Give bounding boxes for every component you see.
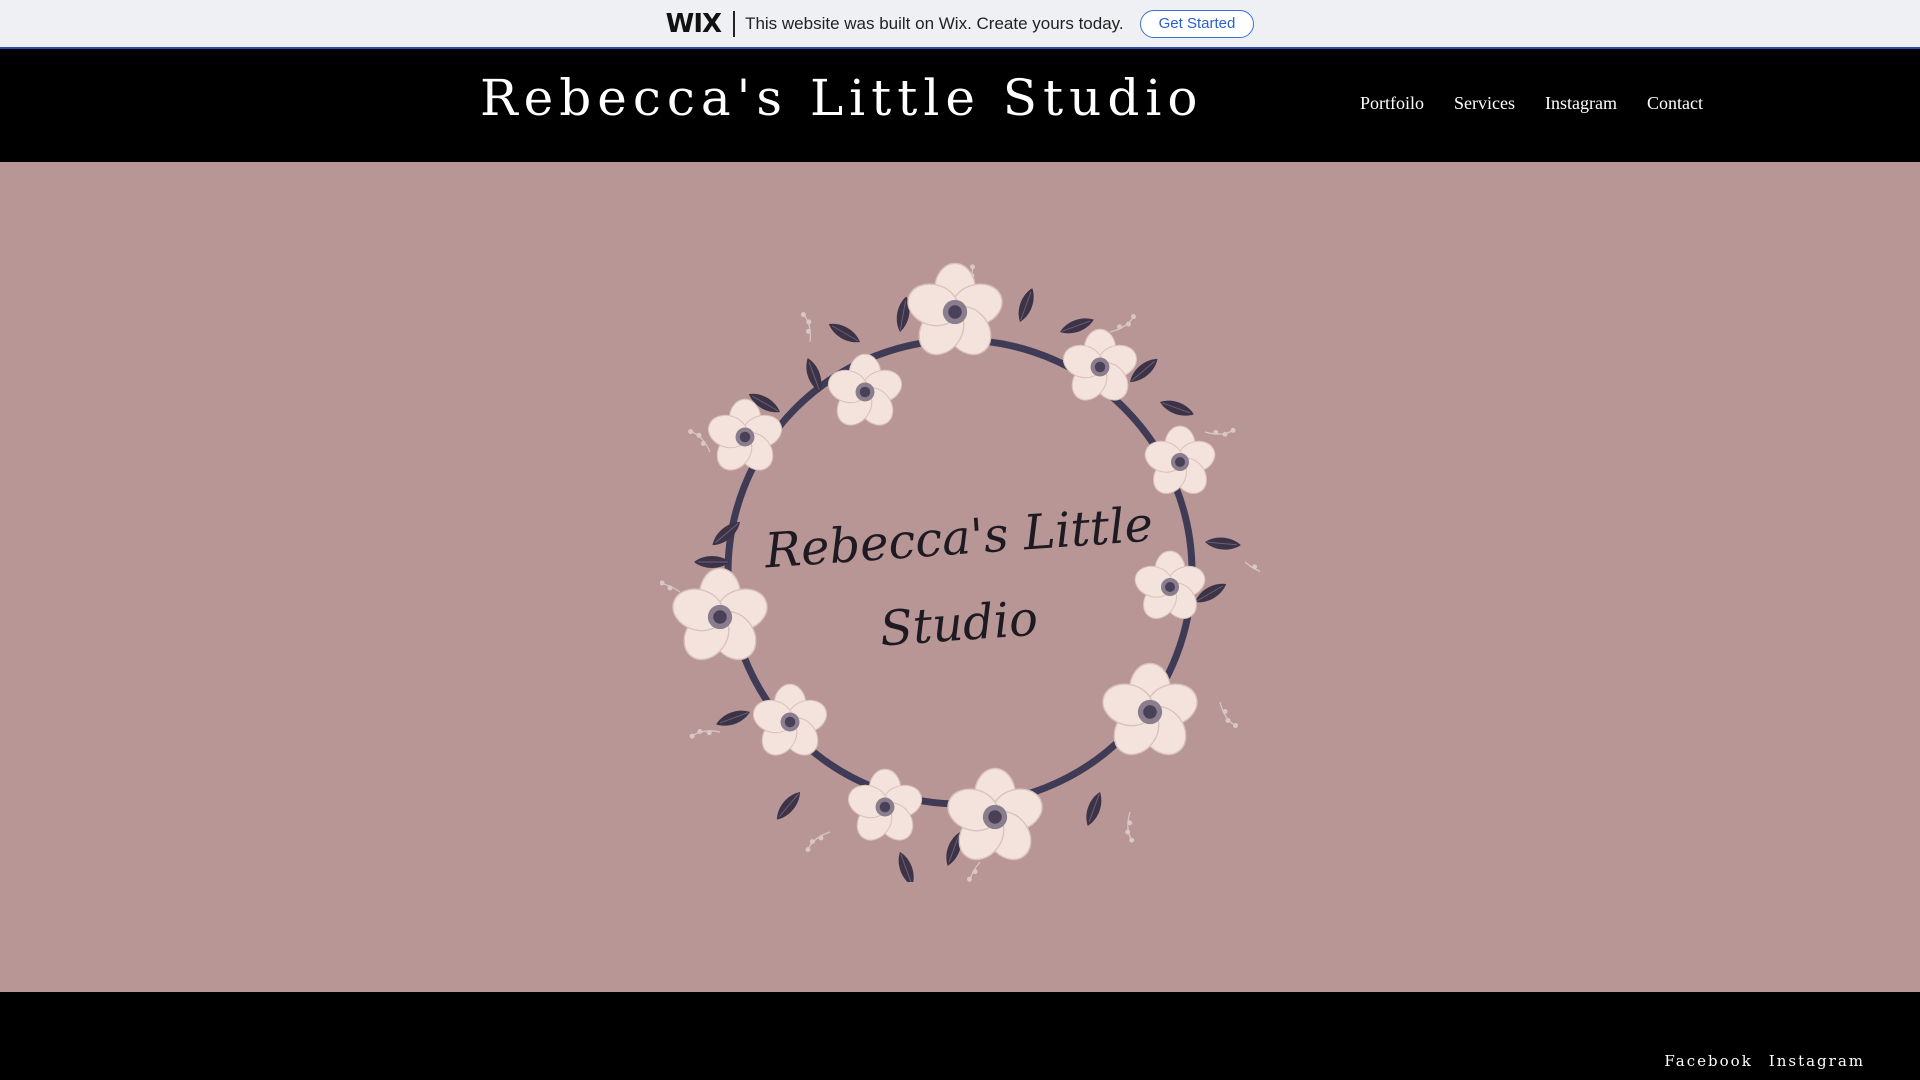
nav-item-services[interactable]: Services [1454,93,1515,114]
wix-promo-banner: WIX This website was built on Wix. Creat… [0,0,1920,49]
social-links: Facebook Instagram [1664,1052,1865,1070]
site-header: Rebecca's Little Studio Portfoilo Servic… [0,49,1920,162]
wix-logo[interactable]: WIX [666,9,722,39]
instagram-link[interactable]: Instagram [1769,1052,1865,1070]
site-footer: Facebook Instagram [0,992,1920,1080]
floral-wreath-logo: Rebecca's Little Studio [660,262,1260,882]
wreath-logo-text-line2: Studio [878,591,1040,658]
nav-item-contact[interactable]: Contact [1647,93,1703,114]
wreath-logo-text-line1: Rebecca's Little [762,497,1155,580]
banner-divider [733,10,736,37]
nav-item-instagram[interactable]: Instagram [1545,93,1617,114]
facebook-link[interactable]: Facebook [1664,1052,1752,1070]
nav-item-portfolio[interactable]: Portfoilo [1360,93,1424,114]
site-title[interactable]: Rebecca's Little Studio [480,69,1203,127]
wix-banner-message: This website was built on Wix. Create yo… [745,13,1124,33]
get-started-button[interactable]: Get Started [1139,9,1255,38]
wix-banner-content: WIX This website was built on Wix. Creat… [666,9,1255,39]
hero-section: Rebecca's Little Studio [0,162,1920,992]
main-nav: Portfoilo Services Instagram Contact [1360,93,1703,114]
